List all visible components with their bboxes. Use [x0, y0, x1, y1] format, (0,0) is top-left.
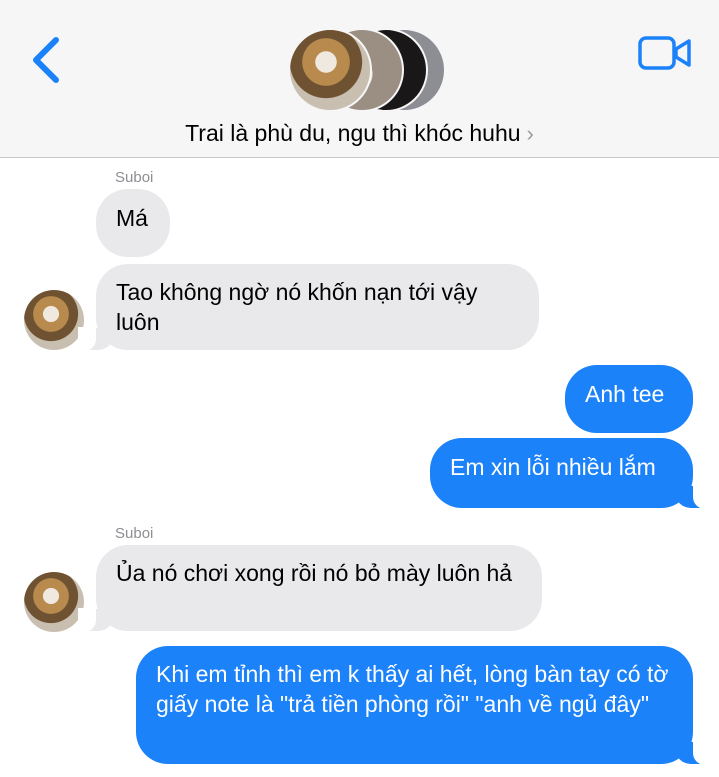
avatar — [288, 28, 372, 112]
conversation-title[interactable]: Trai là phù du, ngu thì khóc huhu › — [0, 120, 719, 147]
outgoing-message-bubble[interactable]: Anh tee — [565, 365, 693, 433]
conversation-title-text: Trai là phù du, ngu thì khóc huhu — [185, 120, 521, 146]
sender-label: Suboi — [115, 169, 154, 186]
video-call-icon[interactable] — [638, 34, 692, 74]
contact-avatar[interactable] — [24, 290, 84, 350]
message-text: Khi em tỉnh thì em k thấy ai hết, lòng b… — [156, 661, 669, 717]
sender-label: Suboi — [115, 525, 154, 542]
outgoing-message-bubble[interactable]: Em xin lỗi nhiều lắm — [430, 438, 711, 509]
back-chevron-icon[interactable] — [28, 34, 68, 86]
group-avatar-stack[interactable] — [288, 28, 446, 112]
message-text: Tao không ngờ nó khốn nạn tới vậy luôn — [116, 279, 478, 335]
outgoing-message-bubble[interactable]: Khi em tỉnh thì em k thấy ai hết, lòng b… — [136, 646, 711, 765]
message-text: Ủa nó chơi xong rồi nó bỏ mày luôn hả — [116, 560, 513, 586]
incoming-message-bubble[interactable]: Tao không ngờ nó khốn nạn tới vậy luôn — [78, 264, 539, 351]
message-text: Má — [116, 205, 148, 231]
incoming-message-bubble[interactable]: Ủa nó chơi xong rồi nó bỏ mày luôn hả — [78, 545, 542, 632]
message-text: Anh tee — [585, 381, 665, 407]
chat-header: Trai là phù du, ngu thì khóc huhu › — [0, 0, 719, 158]
chevron-right-icon: › — [526, 121, 534, 146]
message-text: Em xin lỗi nhiều lắm — [450, 454, 656, 480]
incoming-message-bubble[interactable]: Má — [96, 189, 170, 257]
contact-avatar[interactable] — [24, 572, 84, 632]
